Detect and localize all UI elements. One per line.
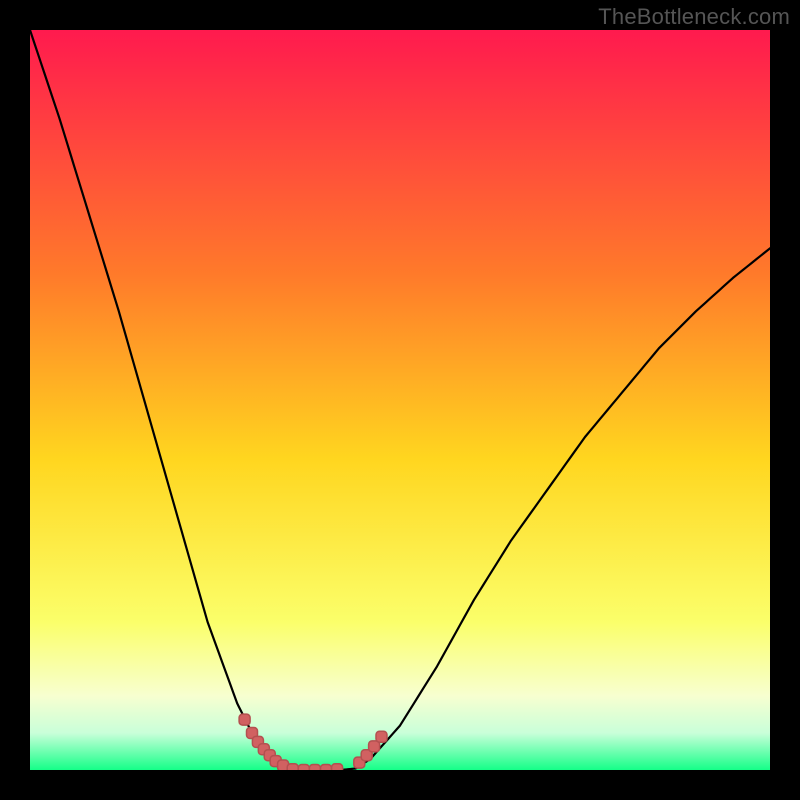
watermark-text: TheBottleneck.com: [598, 4, 790, 30]
highlight-marker: [309, 765, 320, 771]
highlight-marker: [321, 765, 332, 771]
gradient-background: [30, 30, 770, 770]
highlight-marker: [239, 714, 250, 725]
bottleneck-chart: [30, 30, 770, 770]
plot-area: [30, 30, 770, 770]
highlight-marker: [298, 765, 309, 771]
highlight-marker: [287, 764, 298, 770]
highlight-marker: [332, 764, 343, 770]
highlight-marker: [376, 731, 387, 742]
chart-frame: TheBottleneck.com: [0, 0, 800, 800]
